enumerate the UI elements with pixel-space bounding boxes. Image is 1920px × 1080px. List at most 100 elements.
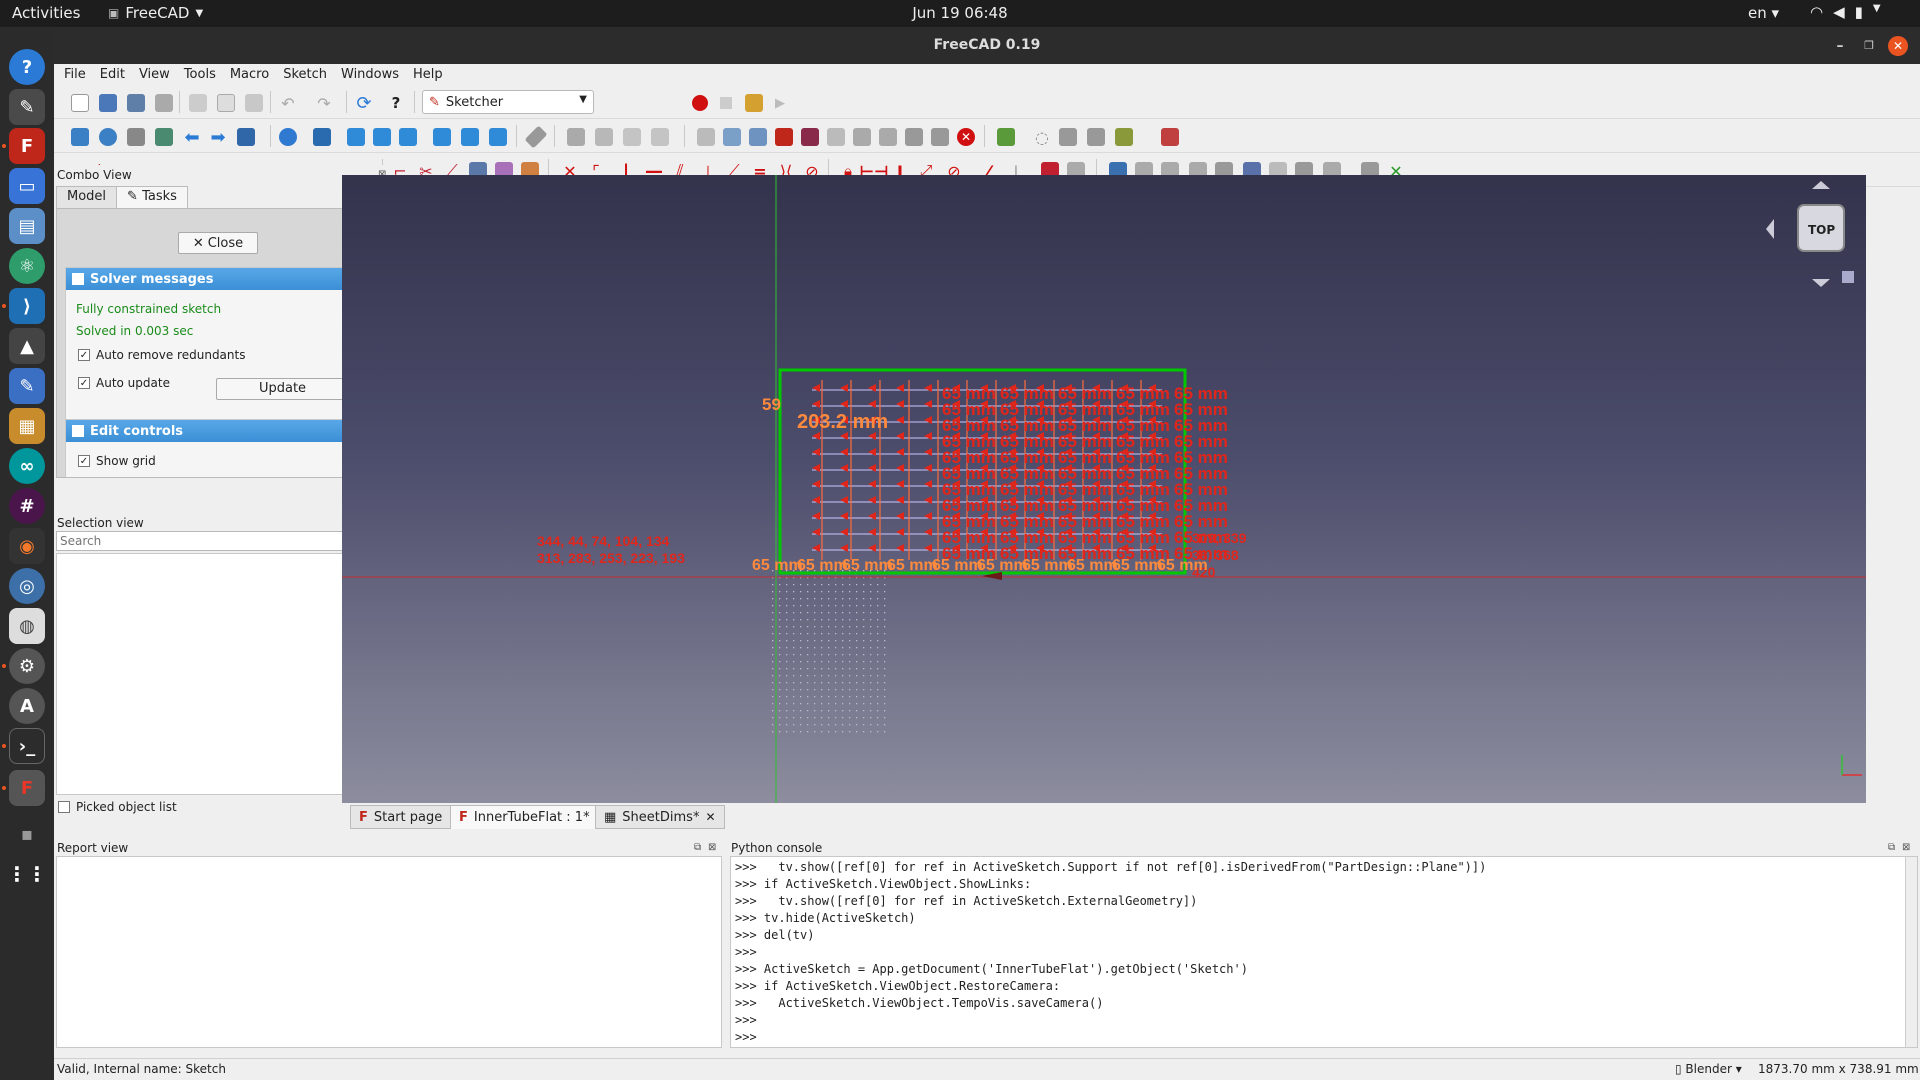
construction-button[interactable]: ◌ [1030, 126, 1054, 148]
selection-list[interactable] [56, 553, 391, 795]
draw-style-button[interactable] [124, 126, 148, 148]
tab-model[interactable]: Model [56, 186, 118, 208]
macro-record-button[interactable] [688, 92, 712, 114]
dock-close-icon[interactable]: ⊠ [708, 842, 716, 853]
link-actions-button[interactable] [648, 126, 672, 148]
macro-stop-button[interactable] [714, 92, 738, 114]
disc-icon[interactable]: ◍ [9, 608, 45, 644]
grid-snap-button[interactable] [1056, 126, 1080, 148]
help-icon[interactable]: ? [9, 49, 45, 85]
cut-button[interactable] [186, 92, 210, 114]
navigation-style-selector[interactable]: ▯ Blender ▾ [1675, 1062, 1742, 1076]
validate-sketch-button[interactable] [798, 126, 822, 148]
menu-view[interactable]: View [139, 67, 170, 82]
text-editor-icon[interactable]: ✎ [9, 368, 45, 404]
leave-sketch-button[interactable]: ✕ [954, 126, 978, 148]
terminal-icon[interactable]: ›_ [9, 728, 45, 764]
close-tab-icon[interactable]: ✕ [705, 810, 715, 824]
app-icon[interactable]: ▦ [9, 408, 45, 444]
geometry-toggle-button[interactable] [994, 126, 1018, 148]
console-scrollbar[interactable] [1905, 857, 1917, 1047]
link-button[interactable] [620, 126, 644, 148]
mirror-sketch-button[interactable] [850, 126, 874, 148]
back-button[interactable]: ⬅ [180, 126, 204, 148]
measure-button[interactable] [524, 125, 548, 149]
part-button[interactable] [564, 126, 588, 148]
view-isometric-button[interactable] [310, 126, 334, 148]
show-apps-icon[interactable]: ⋮⋮ [7, 856, 47, 892]
zoom-button[interactable] [276, 126, 300, 148]
sketch-tool-button[interactable] [876, 126, 900, 148]
update-button[interactable]: Update [216, 378, 349, 400]
bounding-box-button[interactable] [152, 126, 176, 148]
gimp-icon[interactable]: ✎ [9, 89, 45, 125]
paste-button[interactable] [242, 92, 266, 114]
view-rear-button[interactable] [430, 126, 454, 148]
settings-icon[interactable]: ⚙ [9, 648, 45, 684]
group-button[interactable] [592, 126, 616, 148]
sync-view-button[interactable] [234, 126, 258, 148]
menu-help[interactable]: Help [413, 67, 443, 82]
report-text-area[interactable] [56, 856, 722, 1048]
show-grid-checkbox[interactable]: ✓ [78, 455, 90, 467]
activities-button[interactable]: Activities [12, 4, 80, 22]
dock-float-icon[interactable]: ⧉ [1888, 842, 1895, 853]
close-button[interactable]: ✕ Close [178, 232, 258, 254]
dock-close-icon[interactable]: ⊠ [1902, 842, 1910, 853]
menu-macro[interactable]: Macro [230, 67, 269, 82]
view-bottom-button[interactable] [458, 126, 482, 148]
picked-object-list-checkbox[interactable] [58, 801, 70, 813]
tab-tasks[interactable]: ✎ Tasks [116, 186, 188, 208]
menu-file[interactable]: File [64, 67, 86, 82]
python-console-text[interactable]: >>> tv.show([ref[0] for ref in ActiveSke… [730, 856, 1918, 1048]
vscode-icon[interactable]: ⟩ [9, 288, 45, 324]
menu-tools[interactable]: Tools [184, 67, 216, 82]
sketch-canvas[interactable]: 344, 44, 74, 104, 134313, 283, 253, 223,… [342, 175, 1866, 803]
language-indicator[interactable]: en ▾ [1748, 4, 1779, 22]
view-right-button[interactable] [396, 126, 420, 148]
undo-button[interactable]: ↶ [276, 92, 300, 114]
view-top-button[interactable] [370, 126, 394, 148]
globe-icon[interactable]: ◎ [9, 568, 45, 604]
inkscape-icon[interactable]: ▲ [9, 328, 45, 364]
reorient-button[interactable] [746, 126, 770, 148]
copy-button[interactable] [214, 92, 238, 114]
workbench-selector[interactable]: ✎ Sketcher ▼ [422, 90, 594, 114]
system-tray[interactable]: ◠ ◀ ▮ ▼ [1810, 3, 1881, 21]
minimize-button[interactable]: – [1830, 36, 1850, 56]
3d-view[interactable]: 344, 44, 74, 104, 134 313, 283, 253, 223,… [342, 175, 1866, 803]
open-button[interactable] [96, 92, 120, 114]
forward-button[interactable]: ➡ [206, 126, 230, 148]
tab-innertubeflat[interactable]: F InnerTubeFlat : 1* ✕ [450, 805, 615, 829]
software-icon[interactable]: A [9, 688, 45, 724]
grid-tool-button[interactable] [928, 126, 952, 148]
close-window-button[interactable]: ✕ [1888, 36, 1908, 56]
app-menu[interactable]: ▣ FreeCAD ▼ [108, 4, 203, 22]
edit-controls-header[interactable]: Edit controls ︽ [66, 420, 364, 442]
sketcher-settings-button[interactable] [1112, 126, 1136, 148]
fit-all-button[interactable] [68, 126, 92, 148]
clock[interactable]: Jun 19 06:48 [912, 4, 1007, 22]
macro-run-button[interactable]: ▶ [768, 92, 792, 114]
arduino-icon[interactable]: ∞ [9, 448, 45, 484]
slack-icon[interactable]: # [9, 488, 45, 524]
menu-edit[interactable]: Edit [100, 67, 125, 82]
view-left-button[interactable] [486, 126, 510, 148]
view-front-button[interactable] [344, 126, 368, 148]
maximize-button[interactable]: ❐ [1859, 36, 1879, 56]
constraint-tool-button[interactable] [902, 126, 926, 148]
tab-sheetdims[interactable]: ▦ SheetDims* ✕ [595, 805, 725, 829]
fit-selection-button[interactable] [96, 126, 120, 148]
attach-button[interactable] [720, 126, 744, 148]
print-button[interactable] [152, 92, 176, 114]
selection-search-input[interactable] [56, 531, 361, 551]
view-section-button[interactable] [694, 126, 718, 148]
auto-update-checkbox[interactable]: ✓ [78, 377, 90, 389]
virtual-space-button[interactable] [1158, 126, 1182, 148]
monitor-icon[interactable]: ▤ [9, 208, 45, 244]
screen-icon[interactable]: ▭ [9, 168, 45, 204]
view-sketch-button[interactable] [772, 126, 796, 148]
atom-icon[interactable]: ⚛ [9, 248, 45, 284]
whats-this-button[interactable]: ? [384, 92, 408, 114]
snap-button[interactable] [1084, 126, 1108, 148]
